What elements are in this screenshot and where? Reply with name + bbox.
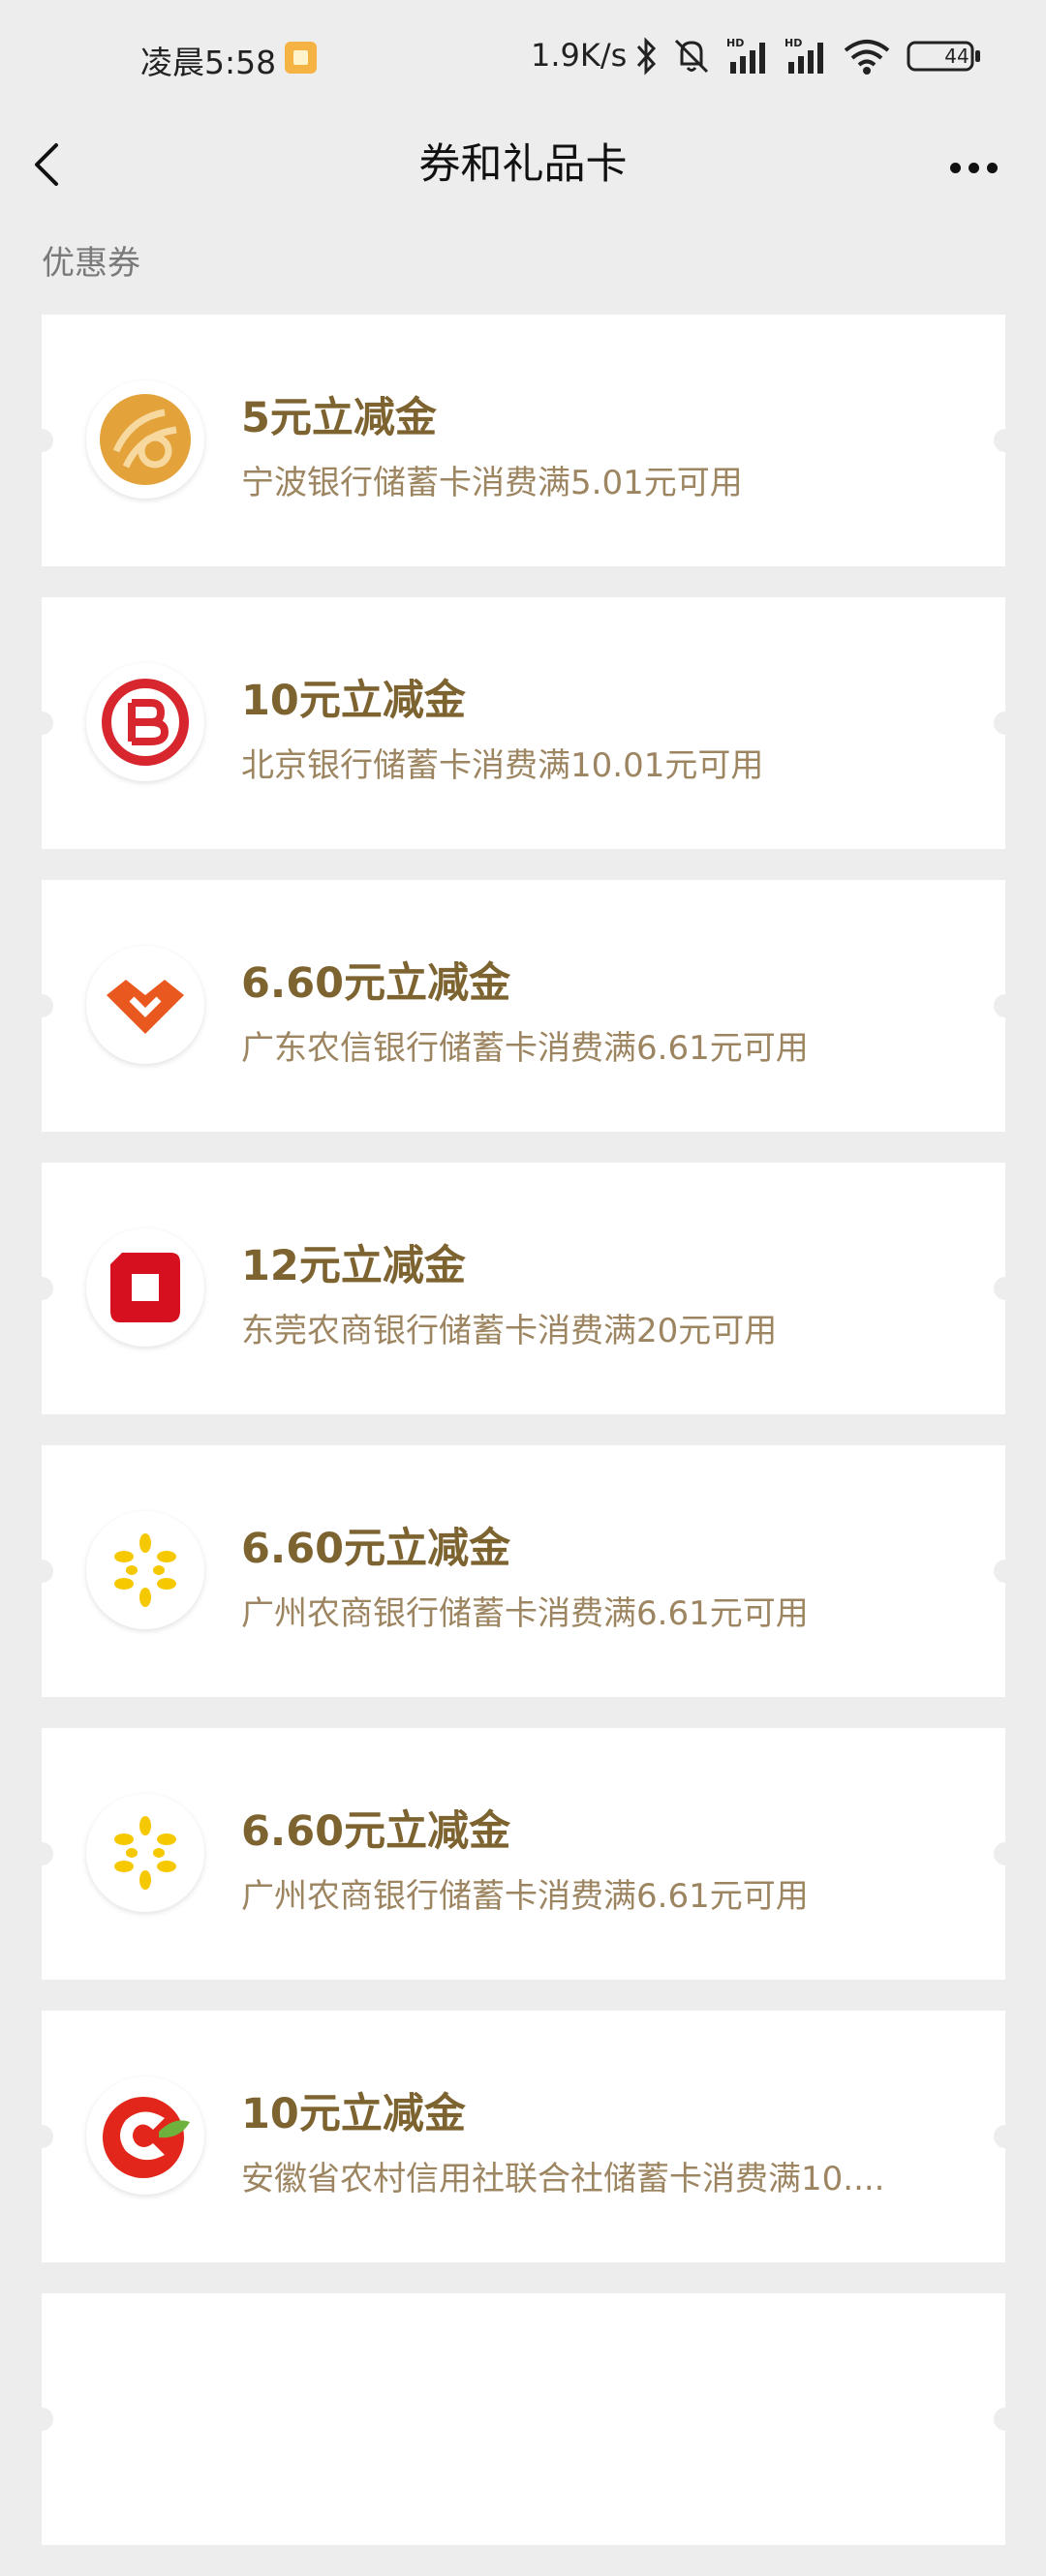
guangzhou-rural-bank-logo-icon xyxy=(114,1533,176,1607)
guangzhou-rural-bank-logo-icon xyxy=(114,1816,176,1890)
status-time: 凌晨5:58 xyxy=(140,44,277,81)
coupon-description: 广州农商银行储蓄卡消费满6.61元可用 xyxy=(241,1877,809,1916)
coupon-card[interactable]: 10元立减金 安徽省农村信用社联合社储蓄卡消费满10.... xyxy=(42,2011,1005,2262)
coupon-list: 5元立减金 宁波银行储蓄卡消费满5.01元可用 10元立减金 北京银行储蓄卡消费… xyxy=(42,315,1005,2576)
bank-logo xyxy=(86,1794,204,1912)
notification-app-icon xyxy=(285,42,317,74)
coupon-title: 6.60元立减金 xyxy=(241,1525,511,1573)
coupon-description: 广州农商银行储蓄卡消费满6.61元可用 xyxy=(241,1594,809,1633)
dongguan-rural-bank-logo-icon xyxy=(110,1253,180,1322)
coupon-title: 10元立减金 xyxy=(241,677,466,725)
battery-level: 44 xyxy=(944,45,969,68)
coupon-card[interactable]: 12元立减金 东莞农商银行储蓄卡消费满20元可用 xyxy=(42,1163,1005,1414)
coupon-title: 5元立减金 xyxy=(241,394,437,442)
more-dot-icon xyxy=(969,163,979,173)
bank-logo xyxy=(86,380,204,499)
svg-text:HD: HD xyxy=(726,37,744,49)
coupon-title: 10元立减金 xyxy=(241,2090,466,2138)
coupon-description: 东莞农商银行储蓄卡消费满20元可用 xyxy=(241,1312,778,1350)
more-options-button[interactable] xyxy=(936,137,1013,196)
coupon-description: 安徽省农村信用社联合社储蓄卡消费满10.... xyxy=(241,2160,885,2198)
coupon-description: 广东农信银行储蓄卡消费满6.61元可用 xyxy=(241,1029,809,1068)
more-dot-icon xyxy=(950,163,961,173)
ningbo-bank-logo-icon xyxy=(100,394,191,485)
coupon-card[interactable]: 6.60元立减金 广东农信银行储蓄卡消费满6.61元可用 xyxy=(42,880,1005,1132)
mute-bell-icon xyxy=(674,39,709,74)
coupon-card[interactable]: 6.60元立减金 广州农商银行储蓄卡消费满6.61元可用 xyxy=(42,1728,1005,1980)
section-label: 优惠券 xyxy=(42,244,140,283)
coupon-title: 12元立减金 xyxy=(241,1242,466,1290)
bank-logo xyxy=(86,1228,204,1347)
nav-bar: 券和礼品卡 xyxy=(0,116,1046,261)
bluetooth-icon xyxy=(636,37,657,76)
bank-logo xyxy=(86,2076,204,2195)
svg-text:HD: HD xyxy=(784,37,802,49)
coupon-title: 6.60元立减金 xyxy=(241,1807,511,1856)
guangdong-rural-credit-logo-icon xyxy=(107,980,184,1034)
more-dot-icon xyxy=(987,163,998,173)
coupon-description: 宁波银行储蓄卡消费满5.01元可用 xyxy=(241,464,743,502)
anhui-rural-credit-logo-icon xyxy=(103,2097,190,2178)
coupon-card[interactable]: 5元立减金 宁波银行储蓄卡消费满5.01元可用 xyxy=(42,315,1005,566)
wifi-icon xyxy=(844,40,890,75)
back-button[interactable] xyxy=(27,128,105,205)
back-arrow-icon xyxy=(35,143,58,186)
bank-logo xyxy=(86,946,204,1064)
beijing-bank-logo-icon xyxy=(102,679,189,766)
signal-hd-1-icon: HD xyxy=(726,37,765,74)
network-speed: 1.9K/s xyxy=(531,37,628,74)
page-title: 券和礼品卡 xyxy=(418,140,628,189)
coupon-description: 北京银行储蓄卡消费满10.01元可用 xyxy=(241,746,764,785)
coupon-card[interactable]: 6.60元立减金 广州农商银行储蓄卡消费满6.61元可用 xyxy=(42,1445,1005,1697)
bank-logo xyxy=(86,663,204,781)
coupon-card[interactable]: 10元立减金 北京银行储蓄卡消费满10.01元可用 xyxy=(42,597,1005,849)
bank-logo xyxy=(86,1511,204,1629)
coupon-title: 6.60元立减金 xyxy=(241,959,511,1008)
coupon-card-partial[interactable] xyxy=(42,2293,1005,2545)
status-bar: 凌晨5:58 1.9K/s HD HD 44 xyxy=(0,0,1046,116)
signal-hd-2-icon: HD xyxy=(784,37,823,74)
